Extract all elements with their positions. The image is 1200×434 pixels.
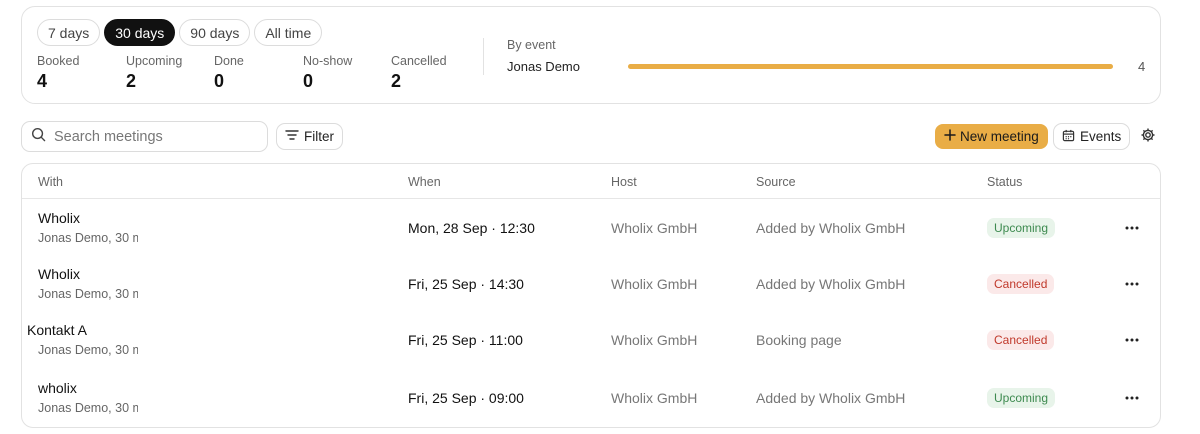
table-row[interactable]: Wholix Jonas Demo, 30 m Mon, 28 Sep · 12… bbox=[22, 200, 1160, 256]
status-badge: Cancelled bbox=[987, 274, 1055, 294]
meeting-host: Wholix GmbH bbox=[611, 332, 698, 348]
row-menu-button[interactable] bbox=[1122, 388, 1142, 408]
column-header-when: When bbox=[408, 175, 441, 189]
table-row[interactable]: wholix Jonas Demo, 30 m Fri, 25 Sep · 09… bbox=[22, 370, 1160, 426]
stat-label: Cancelled bbox=[391, 54, 447, 68]
status-badge: Upcoming bbox=[987, 388, 1056, 408]
new-meeting-button[interactable]: New meeting bbox=[935, 124, 1048, 149]
stat-value: 2 bbox=[391, 71, 402, 91]
more-horizontal-icon bbox=[1125, 396, 1139, 400]
column-header-with: With bbox=[38, 175, 63, 189]
status-badge: Cancelled bbox=[987, 330, 1055, 350]
stat-label: Upcoming bbox=[126, 54, 183, 68]
more-horizontal-icon bbox=[1125, 338, 1139, 342]
divider bbox=[483, 38, 484, 75]
more-horizontal-icon bbox=[1125, 282, 1139, 286]
stat-done: Done 0 bbox=[214, 54, 244, 92]
search-box[interactable] bbox=[21, 121, 268, 152]
event-count: 4 bbox=[1138, 59, 1146, 74]
stat-label: No-show bbox=[303, 54, 353, 68]
table-row[interactable]: Kontakt A Jonas Demo, 30 m Fri, 25 Sep ·… bbox=[22, 312, 1160, 368]
tab-30-days[interactable]: 30 days bbox=[104, 19, 176, 46]
search-input[interactable] bbox=[54, 128, 254, 145]
stat-no-show: No-show 0 bbox=[303, 54, 352, 92]
meeting-source: Added by Wholix GmbH bbox=[756, 390, 906, 406]
filter-button[interactable]: Filter bbox=[276, 123, 343, 150]
more-horizontal-icon bbox=[1125, 226, 1139, 230]
meeting-time: Mon, 28 Sep · 12:30 bbox=[408, 220, 535, 236]
events-label: Events bbox=[1080, 129, 1122, 144]
tab-90-days[interactable]: 90 days bbox=[179, 19, 251, 46]
event-bar-track bbox=[628, 64, 1113, 69]
meeting-host: Wholix GmbH bbox=[611, 390, 698, 406]
filter-icon bbox=[285, 129, 299, 144]
column-header-source: Source bbox=[756, 175, 796, 189]
meeting-source: Booking page bbox=[756, 332, 842, 348]
calendar-icon bbox=[1062, 129, 1075, 145]
contact-name: Kontakt A bbox=[27, 322, 87, 338]
stat-value: 4 bbox=[37, 71, 48, 91]
column-header-status: Status bbox=[987, 175, 1023, 189]
meeting-host: Wholix GmbH bbox=[611, 276, 698, 292]
search-icon bbox=[31, 127, 46, 147]
event-subtitle: Jonas Demo, 30 m bbox=[38, 343, 138, 357]
event-name: Jonas Demo bbox=[507, 59, 580, 74]
stat-value: 0 bbox=[214, 71, 225, 91]
tab-7-days[interactable]: 7 days bbox=[37, 19, 101, 46]
gear-icon bbox=[1140, 127, 1156, 148]
table-header: With When Host Source Status bbox=[22, 164, 1160, 199]
contact-name: Wholix bbox=[38, 210, 81, 226]
stats-card: 7 days 30 days 90 days All time Booked 4… bbox=[21, 6, 1161, 104]
contact-name: Wholix bbox=[38, 266, 81, 282]
table-row[interactable]: Wholix Jonas Demo, 30 m Fri, 25 Sep · 14… bbox=[22, 256, 1160, 312]
row-menu-button[interactable] bbox=[1122, 330, 1142, 350]
stat-label: Booked bbox=[37, 54, 80, 68]
stat-label: Done bbox=[214, 54, 244, 68]
event-subtitle: Jonas Demo, 30 m bbox=[38, 287, 138, 301]
tab-all-time[interactable]: All time bbox=[254, 19, 323, 46]
meeting-time: Fri, 25 Sep · 14:30 bbox=[408, 276, 524, 292]
event-bar-fill bbox=[628, 64, 1113, 69]
settings-button[interactable] bbox=[1138, 127, 1158, 147]
column-header-host: Host bbox=[611, 175, 637, 189]
status-badge: Upcoming bbox=[987, 218, 1056, 238]
meetings-table: With When Host Source Status Wholix Jona… bbox=[21, 163, 1161, 428]
contact-name: wholix bbox=[38, 380, 77, 396]
stat-upcoming: Upcoming 2 bbox=[126, 54, 182, 92]
meeting-source: Added by Wholix GmbH bbox=[756, 220, 906, 236]
row-menu-button[interactable] bbox=[1122, 274, 1142, 294]
row-menu-button[interactable] bbox=[1122, 218, 1142, 238]
meeting-time: Fri, 25 Sep · 11:00 bbox=[408, 332, 523, 348]
plus-icon bbox=[944, 129, 956, 144]
stat-cancelled: Cancelled 2 bbox=[391, 54, 447, 92]
stat-value: 0 bbox=[303, 71, 314, 91]
meeting-host: Wholix GmbH bbox=[611, 220, 698, 236]
meeting-time: Fri, 25 Sep · 09:00 bbox=[408, 390, 524, 406]
stat-value: 2 bbox=[126, 71, 137, 91]
by-event-label: By event bbox=[507, 38, 556, 52]
events-button[interactable]: Events bbox=[1053, 123, 1131, 150]
new-meeting-label: New meeting bbox=[960, 129, 1039, 144]
meeting-source: Added by Wholix GmbH bbox=[756, 276, 906, 292]
stat-booked: Booked 4 bbox=[37, 54, 79, 92]
event-subtitle: Jonas Demo, 30 m bbox=[38, 401, 138, 415]
event-subtitle: Jonas Demo, 30 m bbox=[38, 231, 138, 245]
filter-label: Filter bbox=[304, 129, 334, 144]
period-tabs: 7 days 30 days 90 days All time bbox=[37, 19, 323, 46]
